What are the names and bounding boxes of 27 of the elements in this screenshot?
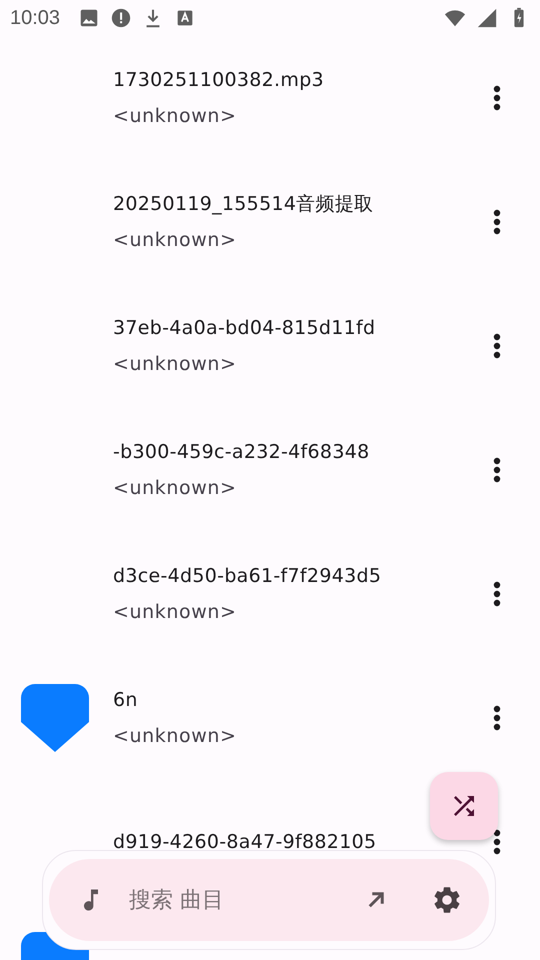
song-title: -b300-459c-a232-4f68348 — [113, 440, 370, 465]
song-artist: <unknown> — [113, 476, 238, 501]
alert-icon — [110, 7, 132, 29]
song-artist: <unknown> — [113, 600, 238, 625]
song-title: d3ce-4d50-ba61-f7f2943d5 — [113, 564, 382, 589]
status-time: 10:03 — [10, 6, 60, 30]
song-artist: <unknown> — [113, 104, 238, 129]
image-icon — [78, 7, 100, 29]
shuffle-button[interactable] — [430, 772, 498, 840]
signal-icon — [476, 7, 498, 29]
song-artist: <unknown> — [113, 228, 238, 253]
more-options-icon[interactable] — [493, 581, 501, 607]
thumbnail-icon — [21, 684, 89, 752]
song-title: 20250119_155514音频提取 — [113, 192, 374, 217]
more-options-icon[interactable] — [493, 829, 501, 855]
more-options-icon[interactable] — [493, 333, 501, 359]
song-artist: <unknown> — [113, 352, 238, 377]
more-options-icon[interactable] — [493, 209, 501, 235]
more-options-icon[interactable] — [493, 705, 501, 731]
song-title: 6n — [113, 688, 139, 713]
song-artist: <unknown> — [113, 724, 238, 749]
more-options-icon[interactable] — [493, 457, 501, 483]
more-options-icon[interactable] — [493, 85, 501, 111]
search-field[interactable]: 搜索 曲目 — [127, 886, 361, 914]
song-title: 1730251100382.mp3 — [113, 68, 325, 93]
song-title: 37eb-4a0a-bd04-815d11fd — [113, 316, 376, 341]
song-title: d919-4260-8a47-9f882105 — [113, 830, 378, 855]
